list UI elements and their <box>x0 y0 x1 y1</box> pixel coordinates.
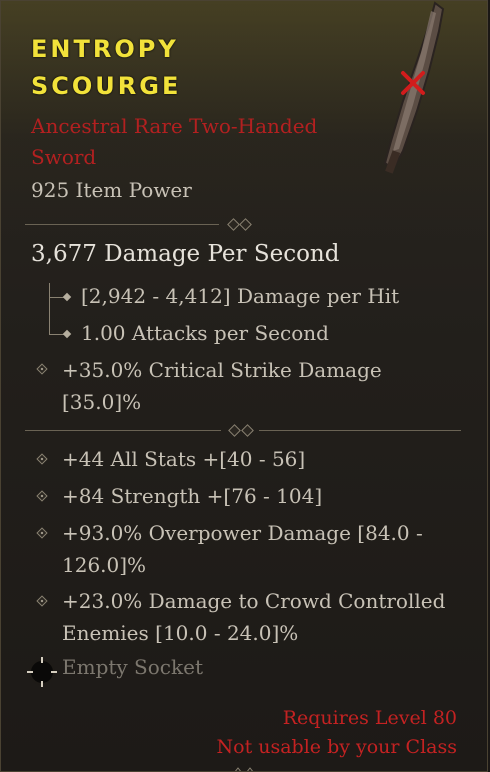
implicit-affix-line1: +35.0% Critical Strike Damage <box>62 358 382 382</box>
affix-line: +93.0% Overpower Damage [84.0 - <box>62 521 423 545</box>
implicit-affix-line2: [35.0]% <box>62 390 142 414</box>
diamond-icon <box>62 329 72 339</box>
item-name-line2: SCOURGE <box>31 72 182 100</box>
implicit-affix: +35.0% Critical Strike Damage [35.0]% <box>62 354 382 418</box>
item-tooltip: ENTROPY SCOURGE Ancestral Rare Two-Hande… <box>0 0 488 772</box>
bottom-ornament <box>234 767 254 771</box>
item-name-line1: ENTROPY <box>31 35 179 63</box>
section-divider <box>25 424 461 437</box>
item-name: ENTROPY SCOURGE <box>31 31 181 105</box>
affix-all-stats: +44 All Stats +[40 - 56] <box>62 447 306 471</box>
attacks-per-second: 1.00 Attacks per Second <box>81 321 329 345</box>
requirements: Requires Level 80 Not usable by your Cla… <box>217 704 458 762</box>
damage-per-second: 3,677 Damage Per Second <box>31 241 340 267</box>
affix-line: Enemies [10.0 - 24.0]% <box>62 621 299 645</box>
red-x-icon <box>401 71 425 95</box>
diamond-bullet-icon <box>36 490 48 502</box>
section-divider <box>25 218 461 231</box>
diamond-bullet-icon <box>36 527 48 539</box>
class-requirement: Not usable by your Class <box>216 736 458 758</box>
affix-crowd-control-damage: +23.0% Damage to Crowd Controlled Enemie… <box>62 585 445 649</box>
item-type: Ancestral Rare Two-Handed Sword <box>31 114 318 169</box>
diamond-bullet-icon <box>36 453 48 465</box>
affix-line: +23.0% Damage to Crowd Controlled <box>62 589 446 613</box>
affix-line: 126.0]% <box>62 553 147 577</box>
affix-strength: +84 Strength +[76 - 104] <box>62 484 323 508</box>
empty-socket-icon <box>27 657 57 687</box>
diamond-bullet-icon <box>36 363 48 375</box>
diamond-bullet-icon <box>36 595 48 607</box>
level-requirement: Requires Level 80 <box>282 707 457 729</box>
affix-overpower-damage: +93.0% Overpower Damage [84.0 - 126.0]% <box>62 517 423 581</box>
item-power: 925 Item Power <box>31 178 192 202</box>
diamond-icon <box>62 292 72 302</box>
stat-tree-line <box>49 283 50 335</box>
empty-socket-label: Empty Socket <box>62 655 203 679</box>
damage-per-hit: [2,942 - 4,412] Damage per Hit <box>81 284 400 308</box>
